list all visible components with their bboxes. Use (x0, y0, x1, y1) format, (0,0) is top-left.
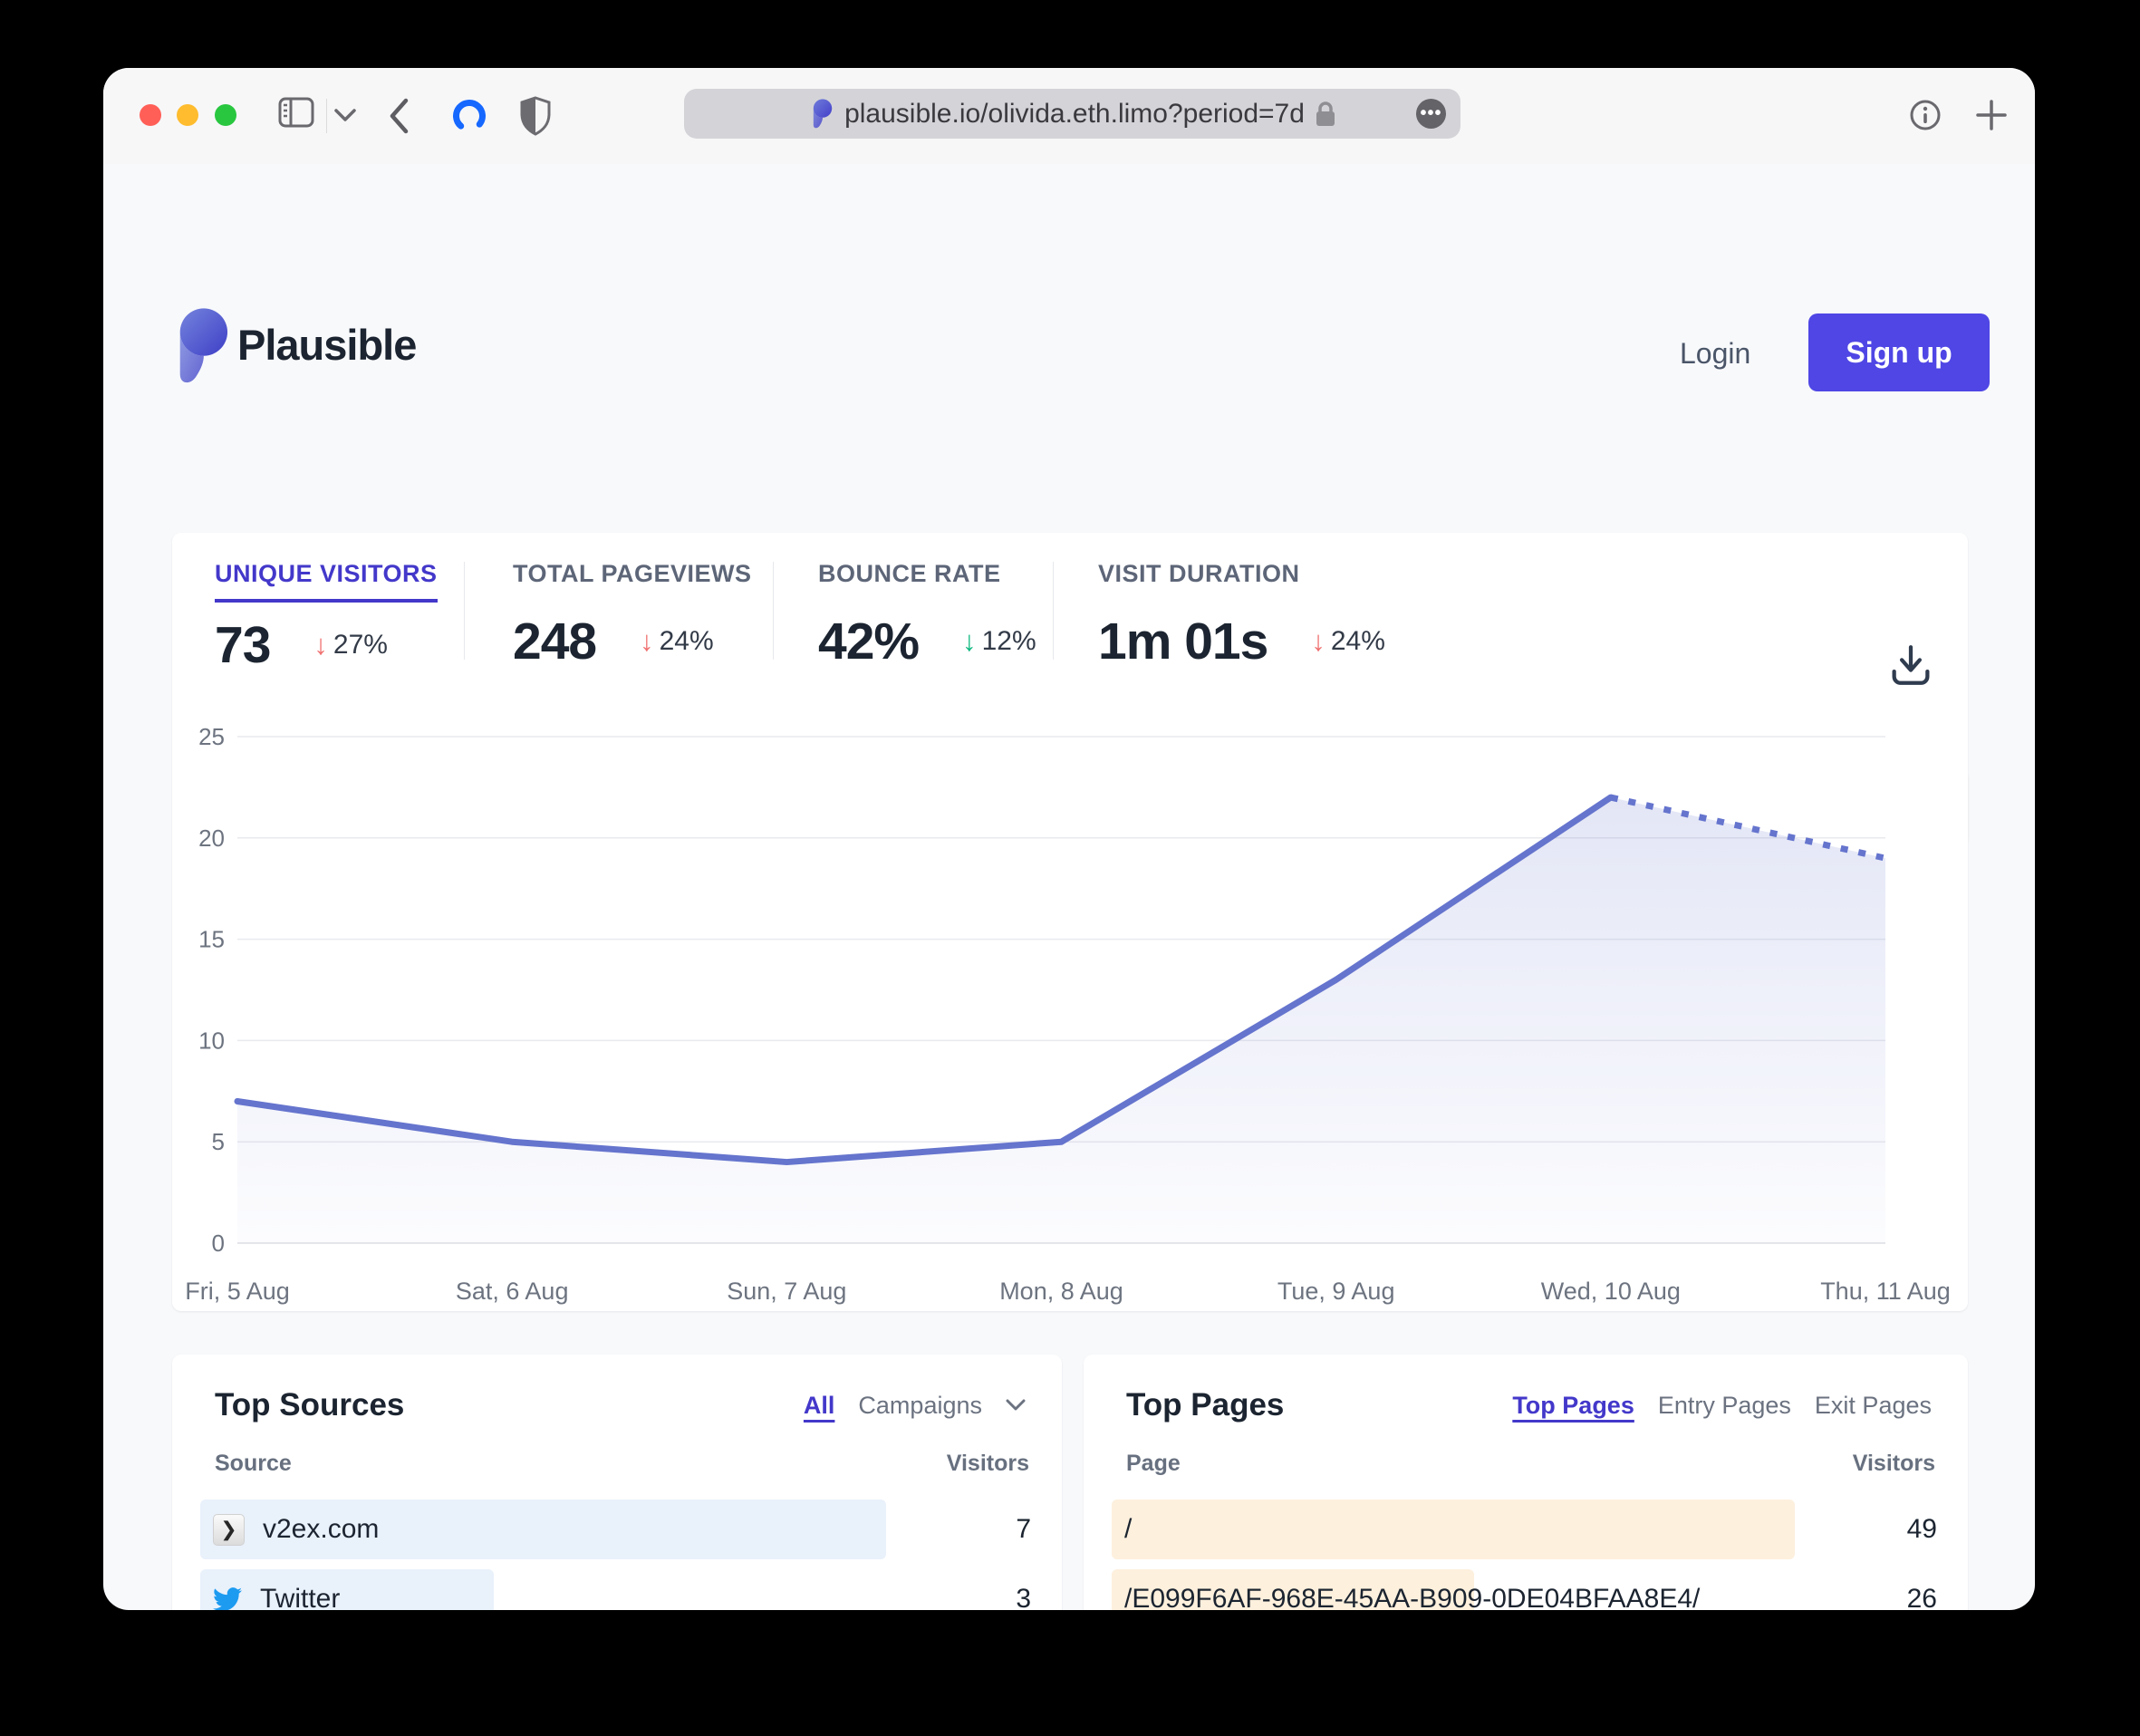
top-pages-title: Top Pages (1126, 1387, 1284, 1423)
tab-campaigns[interactable]: Campaigns (858, 1392, 982, 1420)
privacy-shield-icon[interactable] (519, 96, 552, 136)
row-visitors: 3 (1016, 1569, 1031, 1610)
row-label: /E099F6AF-968E-45AA-B909-0DE04BFAA8E4/ (1124, 1584, 1700, 1610)
column-source: Source (215, 1451, 292, 1477)
analytics-card: 0 5 10 15 20 25 Fri, 5 Aug Sat, 6 Aug Sun, 7 Aug… (172, 533, 1968, 1311)
toolbar-divider (326, 99, 327, 133)
download-export-button[interactable] (1889, 643, 1933, 687)
chevron-down-icon[interactable] (333, 108, 357, 122)
stat-bounce-rate[interactable]: BOUNCE RATE 42% ↓12% (818, 560, 1036, 671)
column-visitors: Visitors (1853, 1451, 1935, 1477)
svg-text:25: 25 (198, 723, 225, 750)
svg-text:20: 20 (198, 825, 225, 852)
svg-text:Sat, 6 Aug: Sat, 6 Aug (456, 1278, 569, 1305)
page-settings-icon[interactable]: ••• (1416, 99, 1446, 129)
row-label: / (1124, 1514, 1132, 1545)
list-item[interactable]: /E099F6AF-968E-45AA-B909-0DE04BFAA8E4/ 2… (1112, 1569, 1937, 1610)
stat-divider (773, 562, 774, 660)
svg-text:5: 5 (212, 1128, 225, 1155)
new-tab-icon[interactable] (1973, 97, 2010, 133)
top-pages-card: Top Pages Top Pages Entry Pages Exit Pages… (1084, 1355, 1968, 1610)
row-visitors: 26 (1907, 1569, 1937, 1610)
down-arrow-icon: ↓ (640, 625, 654, 658)
info-icon[interactable] (1909, 99, 1942, 131)
stat-total-pageviews[interactable]: TOTAL PAGEVIEWS 248 ↓24% (513, 560, 752, 671)
row-visitors: 7 (1016, 1500, 1031, 1559)
browser-window: plausible.io/olivida.eth.limo?period=7d … (103, 68, 2035, 1610)
close-window-button[interactable] (140, 104, 161, 126)
down-arrow-icon: ↓ (1311, 625, 1325, 658)
browser-toolbar: plausible.io/olivida.eth.limo?period=7d … (103, 68, 2035, 164)
twitter-icon (213, 1587, 242, 1611)
svg-text:Tue, 9 Aug: Tue, 9 Aug (1277, 1278, 1395, 1305)
v2ex-icon: ❯ (213, 1514, 245, 1546)
top-sources-card: Top Sources All Campaigns Source Visitor… (172, 1355, 1062, 1610)
signup-button[interactable]: Sign up (1808, 313, 1990, 391)
url-text: plausible.io/olivida.eth.limo?period=7d (844, 99, 1305, 130)
top-pages-rows: / 49 /E099F6AF-968E-45AA-B909-0DE04BFAA8… (1112, 1500, 1937, 1610)
svg-text:Mon, 8 Aug: Mon, 8 Aug (999, 1278, 1123, 1305)
down-arrow-icon: ↓ (313, 629, 328, 661)
minimize-window-button[interactable] (177, 104, 198, 126)
svg-text:Wed, 10 Aug: Wed, 10 Aug (1541, 1278, 1681, 1305)
top-sources-rows: ❯ v2ex.com 7 Twitter 3 (200, 1500, 1031, 1610)
list-item[interactable]: / 49 (1112, 1500, 1937, 1559)
tab-all[interactable]: All (804, 1392, 835, 1420)
visitors-area-chart: 0 5 10 15 20 25 Fri, 5 Aug Sat, 6 Aug Sun, 7 Aug… (172, 533, 1968, 1311)
svg-text:Thu, 11 Aug: Thu, 11 Aug (1820, 1278, 1951, 1305)
stat-divider (464, 562, 465, 660)
svg-text:15: 15 (198, 926, 225, 953)
svg-text:Sun, 7 Aug: Sun, 7 Aug (727, 1278, 846, 1305)
login-link[interactable]: Login (1680, 337, 1750, 371)
lock-icon (1316, 101, 1335, 128)
top-sources-title: Top Sources (215, 1387, 404, 1423)
tab-exit-pages[interactable]: Exit Pages (1815, 1392, 1932, 1420)
brand-name[interactable]: Plausible (237, 320, 416, 370)
plausible-logo-icon[interactable] (172, 307, 228, 387)
svg-text:10: 10 (198, 1027, 225, 1054)
loading-spinner-icon (451, 98, 487, 134)
row-label: Twitter (260, 1584, 340, 1610)
back-icon[interactable] (386, 97, 411, 135)
sidebar-toggle-icon[interactable] (278, 97, 314, 128)
svg-text:Fri, 5 Aug: Fri, 5 Aug (185, 1278, 290, 1305)
tab-top-pages[interactable]: Top Pages (1512, 1392, 1634, 1420)
column-visitors: Visitors (947, 1451, 1029, 1477)
column-page: Page (1126, 1451, 1181, 1477)
stat-divider (1053, 562, 1054, 660)
url-bar[interactable]: plausible.io/olivida.eth.limo?period=7d … (684, 89, 1460, 139)
list-item[interactable]: Twitter 3 (200, 1569, 1031, 1610)
down-arrow-icon: ↓ (962, 625, 977, 658)
row-label: v2ex.com (263, 1514, 379, 1545)
zoom-window-button[interactable] (215, 104, 236, 126)
stat-visit-duration[interactable]: VISIT DURATION 1m 01s ↓24% (1098, 560, 1385, 671)
site-row: › olivida.eth.limo 1 current visitor Fil… (103, 412, 2035, 512)
svg-text:0: 0 (212, 1230, 225, 1257)
tab-entry-pages[interactable]: Entry Pages (1658, 1392, 1791, 1420)
site-favicon-icon (809, 99, 834, 130)
chevron-down-icon[interactable] (1006, 1399, 1026, 1412)
list-item[interactable]: ❯ v2ex.com 7 (200, 1500, 1031, 1559)
stat-unique-visitors[interactable]: UNIQUE VISITORS 73 ↓27% (215, 560, 438, 675)
row-visitors: 49 (1907, 1500, 1937, 1559)
